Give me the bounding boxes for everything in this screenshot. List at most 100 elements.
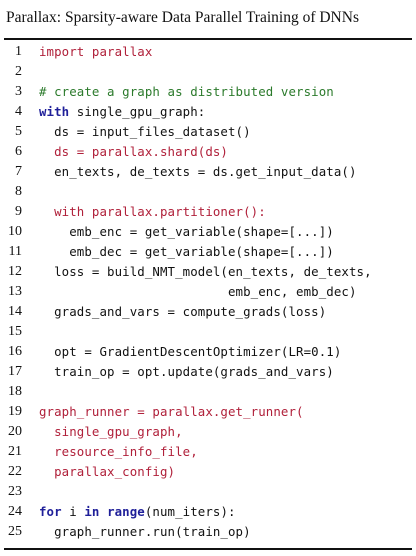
code-text: graph_runner.run(train_op) <box>39 522 251 542</box>
line-number: 10 <box>8 224 22 239</box>
code-token: graph_runner.run(train_op) <box>39 524 251 539</box>
code-text: ds = input_files_dataset() <box>39 122 251 142</box>
code-text: loss = build_NMT_model(en_texts, de_text… <box>39 262 372 282</box>
code-token: for <box>39 504 62 519</box>
code-line: 14 grads_and_vars = compute_grads(loss) <box>0 302 416 322</box>
code-token: in <box>84 504 100 519</box>
code-line: 12 loss = build_NMT_model(en_texts, de_t… <box>0 262 416 282</box>
code-token: # create a graph as distributed version <box>39 84 334 99</box>
code-token: en_texts, de_texts = ds.get_input_data() <box>39 164 357 179</box>
line-number: 9 <box>15 204 22 219</box>
line-number: 3 <box>15 84 22 99</box>
line-number: 22 <box>8 464 22 479</box>
code-token: with <box>39 104 70 119</box>
line-number: 19 <box>8 404 22 419</box>
code-text: for i in range(num_iters): <box>39 502 236 522</box>
code-text: emb_enc = get_variable(shape=[...]) <box>39 222 334 242</box>
code-text: emb_dec = get_variable(shape=[...]) <box>39 242 334 262</box>
code-line: 16 opt = GradientDescentOptimizer(LR=0.1… <box>0 342 416 362</box>
code-line: 18 <box>0 382 416 402</box>
line-number: 13 <box>8 284 22 299</box>
code-line: 24 for i in range(num_iters): <box>0 502 416 522</box>
code-text: resource_info_file, <box>39 442 198 462</box>
code-token: graph_runner = parallax.get_runner( <box>39 404 304 419</box>
code-token: grads_and_vars = compute_grads(loss) <box>39 304 327 319</box>
code-line: 11 emb_dec = get_variable(shape=[...]) <box>0 242 416 262</box>
line-number: 24 <box>8 504 22 519</box>
code-line: 2 <box>0 62 416 82</box>
code-line: 7 en_texts, de_texts = ds.get_input_data… <box>0 162 416 182</box>
code-line: 20 single_gpu_graph, <box>0 422 416 442</box>
line-number: 20 <box>8 424 22 439</box>
code-token: i <box>61 504 85 519</box>
code-line: 22 parallax_config) <box>0 462 416 482</box>
code-text: parallax_config) <box>39 462 175 482</box>
code-text: train_op = opt.update(grads_and_vars) <box>39 362 334 382</box>
line-number: 14 <box>8 304 22 319</box>
bottom-rule <box>4 548 412 550</box>
code-line: 23 <box>0 482 416 502</box>
code-text: emb_enc, emb_dec) <box>39 282 357 302</box>
code-token: emb_enc = get_variable(shape=[...]) <box>39 224 334 239</box>
code-text: opt = GradientDescentOptimizer(LR=0.1) <box>39 342 341 362</box>
code-line: 5 ds = input_files_dataset() <box>0 122 416 142</box>
line-number: 16 <box>8 344 22 359</box>
line-number: 6 <box>15 144 22 159</box>
code-token: single_gpu_graph, <box>39 424 183 439</box>
listing-caption: Parallax: Sparsity-aware Data Parallel T… <box>6 9 359 26</box>
line-number: 18 <box>8 384 22 399</box>
code-text: with parallax.partitioner(): <box>39 202 266 222</box>
code-text: # create a graph as distributed version <box>39 82 334 102</box>
line-number: 7 <box>15 164 22 179</box>
line-number: 8 <box>15 184 22 199</box>
code-token: train_op = opt.update(grads_and_vars) <box>39 364 334 379</box>
code-token: ds = parallax.shard(ds) <box>39 144 228 159</box>
code-line: 1 import parallax <box>0 42 416 62</box>
code-token: ds = input_files_dataset() <box>39 124 251 139</box>
code-token: import parallax <box>39 44 153 59</box>
code-line: 9 with parallax.partitioner(): <box>0 202 416 222</box>
code-line: 13 emb_enc, emb_dec) <box>0 282 416 302</box>
code-token: emb_enc, emb_dec) <box>39 284 357 299</box>
code-line: 17 train_op = opt.update(grads_and_vars) <box>0 362 416 382</box>
code-line: 8 <box>0 182 416 202</box>
code-token: resource_info_file, <box>39 444 198 459</box>
code-token: parallax_config) <box>39 464 176 479</box>
line-number: 4 <box>15 104 22 119</box>
code-line: 19 graph_runner = parallax.get_runner( <box>0 402 416 422</box>
code-token: with parallax.partitioner(): <box>39 204 266 219</box>
code-line: 3 # create a graph as distributed version <box>0 82 416 102</box>
code-line: 21 resource_info_file, <box>0 442 416 462</box>
code-text: en_texts, de_texts = ds.get_input_data() <box>39 162 357 182</box>
line-number: 11 <box>8 244 22 259</box>
code-line: 6 ds = parallax.shard(ds) <box>0 142 416 162</box>
code-listing: 1 import parallax 2 3 # create a graph as di… <box>0 42 416 542</box>
code-text: grads_and_vars = compute_grads(loss) <box>39 302 326 322</box>
code-text: single_gpu_graph, <box>39 422 183 442</box>
code-token: opt = GradientDescentOptimizer(LR=0.1) <box>39 344 342 359</box>
code-text: ds = parallax.shard(ds) <box>39 142 228 162</box>
line-number: 2 <box>15 64 22 79</box>
code-text: import parallax <box>39 42 152 62</box>
line-number: 23 <box>8 484 22 499</box>
line-number: 1 <box>15 44 22 59</box>
code-text: with single_gpu_graph: <box>39 102 205 122</box>
code-token: single_gpu_graph: <box>69 104 206 119</box>
line-number: 5 <box>15 124 22 139</box>
code-token: range <box>107 504 145 519</box>
top-rule <box>4 38 412 40</box>
code-line: 15 <box>0 322 416 342</box>
line-number: 15 <box>8 324 22 339</box>
code-line: 4 with single_gpu_graph: <box>0 102 416 122</box>
code-line: 25 graph_runner.run(train_op) <box>0 522 416 542</box>
code-token: loss = build_NMT_model(en_texts, de_text… <box>39 264 372 279</box>
code-token: (num_iters): <box>144 504 236 519</box>
code-text: graph_runner = parallax.get_runner( <box>39 402 304 422</box>
code-line: 10 emb_enc = get_variable(shape=[...]) <box>0 222 416 242</box>
line-number: 21 <box>8 444 22 459</box>
line-number: 25 <box>8 524 22 539</box>
code-token: emb_dec = get_variable(shape=[...]) <box>39 244 334 259</box>
line-number: 12 <box>8 264 22 279</box>
line-number: 17 <box>8 364 22 379</box>
